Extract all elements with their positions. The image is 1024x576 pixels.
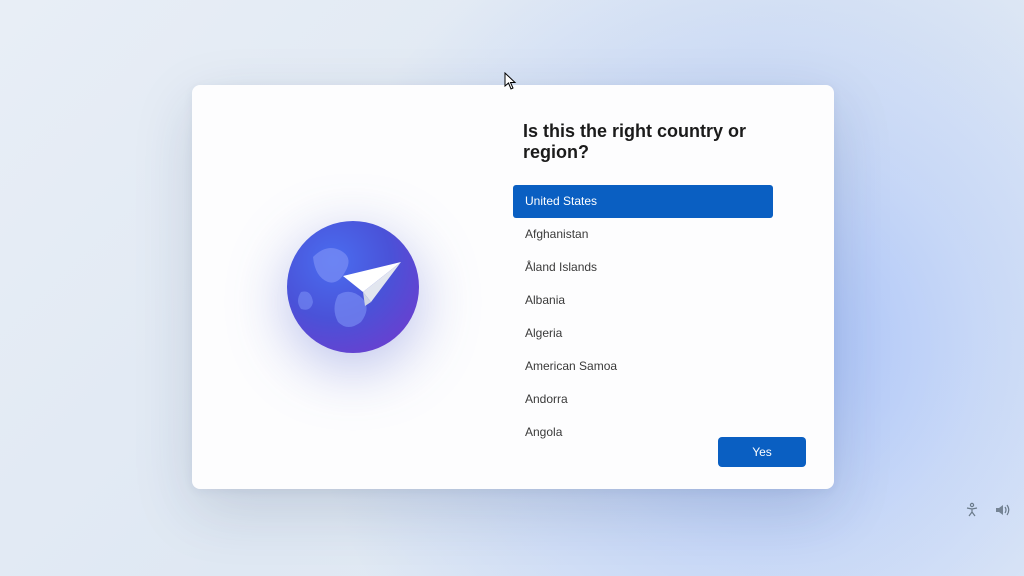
country-item[interactable]: Albania — [513, 284, 773, 317]
country-label: Angola — [525, 425, 562, 439]
country-label: Andorra — [525, 392, 568, 406]
page-title: Is this the right country or region? — [513, 121, 806, 163]
country-item[interactable]: American Samoa — [513, 350, 773, 383]
globe-paper-plane-icon — [283, 217, 423, 357]
country-item[interactable]: Andorra — [513, 383, 773, 416]
country-item-selected[interactable]: United States — [513, 185, 773, 218]
country-list[interactable]: United States Afghanistan Åland Islands … — [513, 185, 773, 449]
country-label: Algeria — [525, 326, 562, 340]
country-item[interactable]: Åland Islands — [513, 251, 773, 284]
country-label: Åland Islands — [525, 260, 597, 274]
setup-dialog: Is this the right country or region? Uni… — [192, 85, 834, 489]
country-item[interactable]: Algeria — [513, 317, 773, 350]
accessibility-icon[interactable] — [964, 502, 980, 518]
volume-icon[interactable] — [994, 502, 1012, 518]
country-label: Afghanistan — [525, 227, 588, 241]
illustration-pane — [192, 85, 513, 489]
taskbar-tray — [964, 502, 1012, 518]
content-pane: Is this the right country or region? Uni… — [513, 85, 834, 489]
yes-button[interactable]: Yes — [718, 437, 806, 467]
country-label: Albania — [525, 293, 565, 307]
country-item[interactable]: Afghanistan — [513, 218, 773, 251]
country-label: United States — [525, 194, 597, 208]
country-label: American Samoa — [525, 359, 617, 373]
